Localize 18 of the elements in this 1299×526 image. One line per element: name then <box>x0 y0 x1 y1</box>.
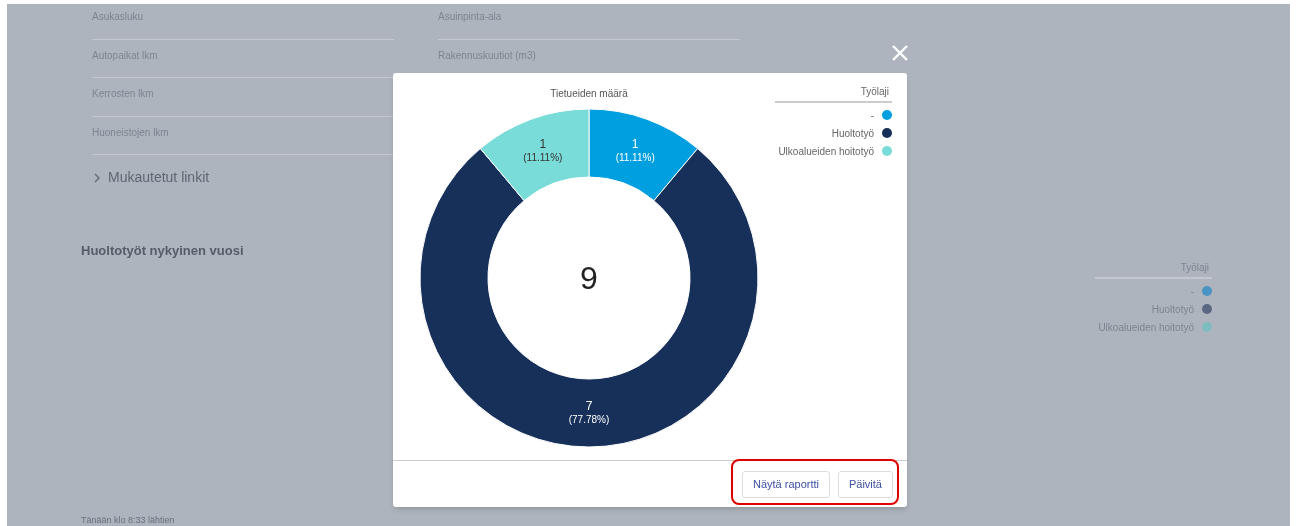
slice-percent-label: (11.11%) <box>615 152 655 164</box>
legend-label: - <box>870 108 874 123</box>
chart-title: Tietueiden määrä <box>549 87 629 101</box>
legend-label: Huoltotyö <box>831 126 874 141</box>
slice-value-label: 1 <box>539 137 547 152</box>
slice-value-label: 1 <box>631 137 639 152</box>
footer-note: Tänään klo 8:33 lähtien <box>81 514 175 526</box>
total-count: 9 <box>580 260 598 296</box>
action-button[interactable]: Päivitä <box>837 471 893 498</box>
action-button[interactable]: Näytä raportti <box>741 471 830 498</box>
slice-percent-label: (77.78%) <box>568 414 610 425</box>
slice-percent-label: (11.11%) <box>523 152 563 164</box>
legend-title: Työlaji <box>859 85 890 99</box>
close-button[interactable] <box>891 44 909 62</box>
legend-label: Ulkoalueiden hoitotyö <box>778 144 874 159</box>
section-title: Huoltotyöt nykyinen vuosi <box>81 242 245 260</box>
slice-value-label: 7 <box>585 399 593 413</box>
legend-label: - <box>1190 284 1194 299</box>
